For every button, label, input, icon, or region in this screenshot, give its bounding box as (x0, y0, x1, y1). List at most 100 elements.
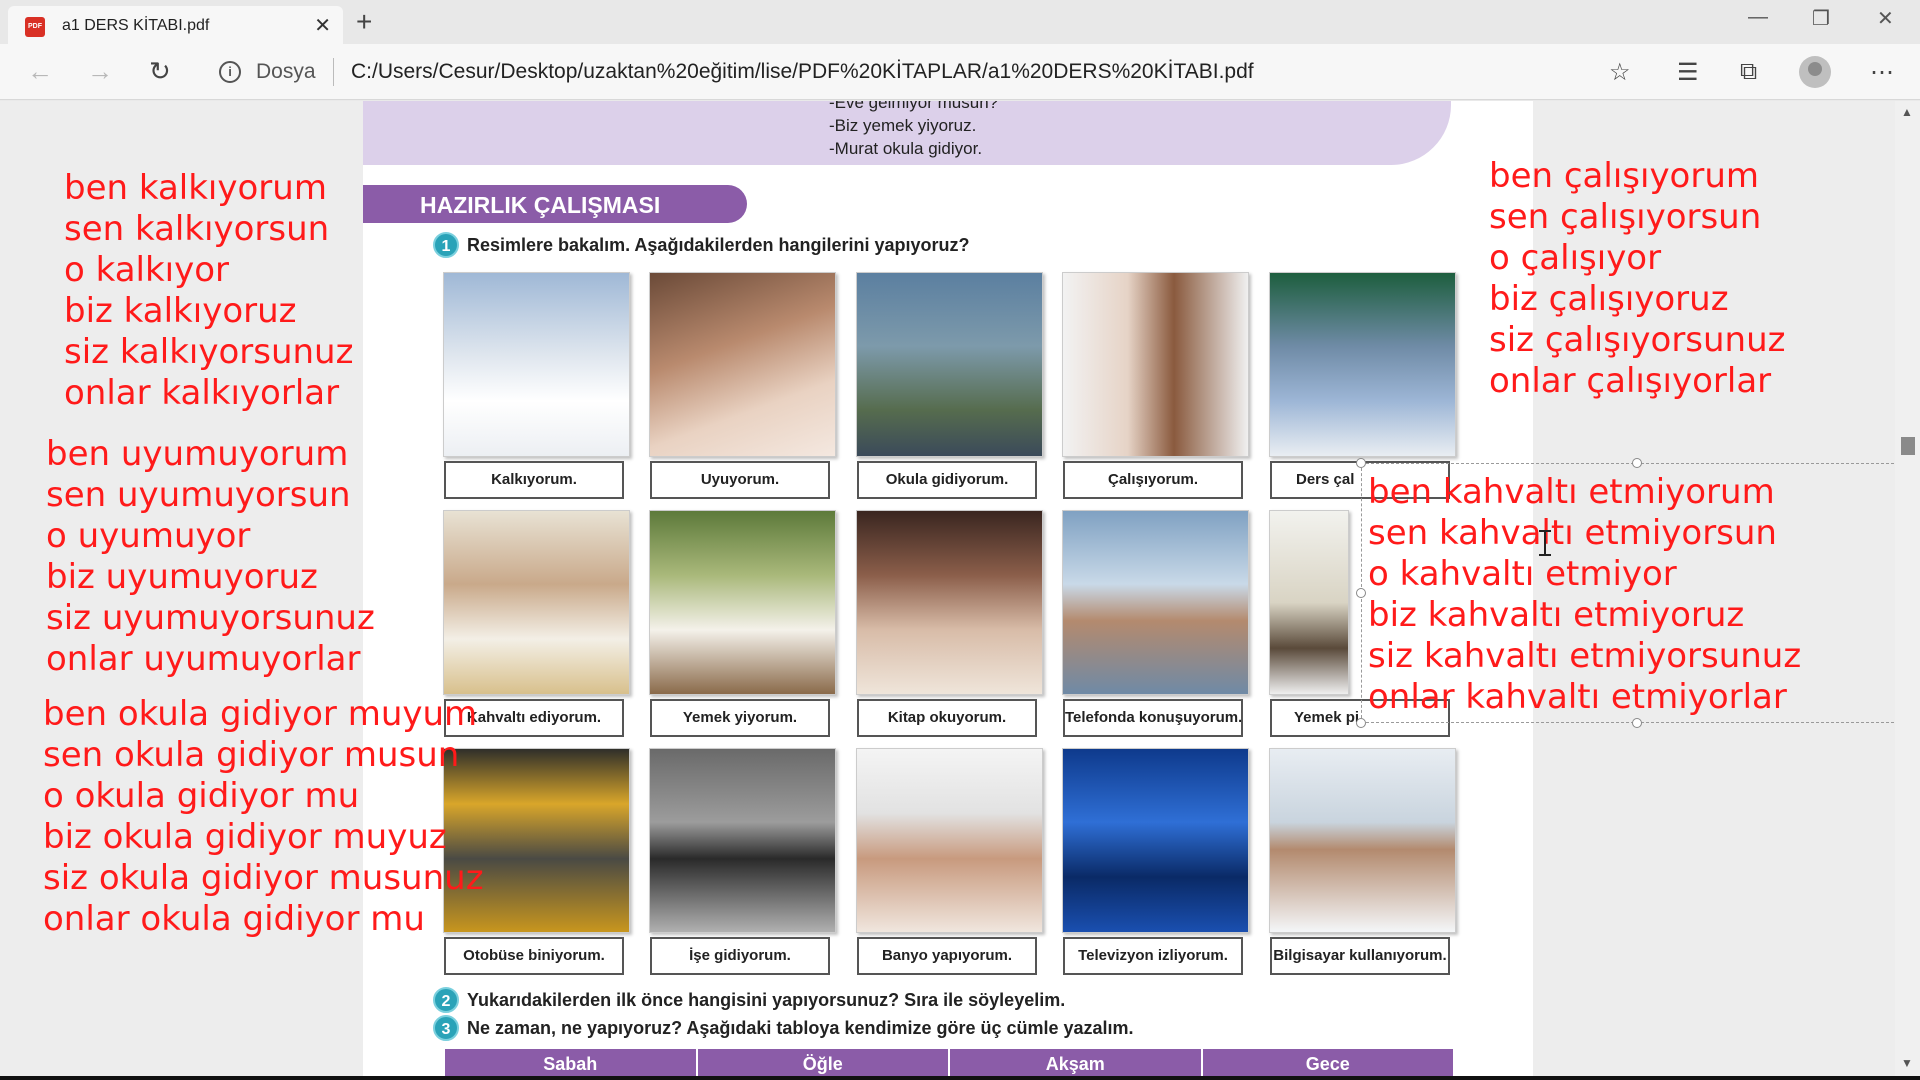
resize-handle[interactable] (1356, 718, 1366, 728)
new-tab-icon[interactable]: + (356, 6, 372, 38)
annotation-line: o uyumuyor (46, 516, 251, 556)
close-tab-icon[interactable]: ✕ (314, 13, 331, 38)
photo-shower (856, 748, 1043, 933)
annotation-line: sen uyumuyorsun (46, 475, 351, 515)
photo-going-to-school (856, 272, 1043, 457)
caption: Okula gidiyorum. (857, 461, 1037, 499)
annotation-kahvalti[interactable]: ben kahvaltı etmiyorum sen kahvaltı etmi… (1368, 472, 1801, 718)
annotation-line: o kahvaltı etmiyor (1368, 554, 1677, 594)
annotation-uyumak[interactable]: ben uyumuyorum sen uyumuyorsun o uyumuyo… (46, 434, 375, 680)
annotation-calismak[interactable]: ben çalışıyorum sen çalışıyorsun o çalış… (1489, 156, 1786, 402)
question-text: Yukarıdakilerden ilk önce hangisini yapı… (467, 989, 1066, 1010)
annotation-line: biz kahvaltı etmiyoruz (1368, 595, 1745, 635)
refresh-icon[interactable]: ↻ (149, 56, 171, 87)
dialog-line: -Murat okula gidiyor. (829, 139, 983, 158)
photo-working (1062, 272, 1249, 457)
taskbar-edge (0, 1076, 1920, 1080)
pdf-icon: PDF (25, 17, 45, 37)
vertical-scrollbar[interactable]: ▲ ▼ (1895, 101, 1920, 1080)
section-banner: HAZIRLIK ÇALIŞMASI (363, 185, 747, 223)
question-3: 3 Ne zaman, ne yapıyoruz? Aşağıdaki tabl… (433, 1015, 1134, 1041)
resize-handle[interactable] (1356, 458, 1366, 468)
tab-pdf[interactable]: PDF a1 DERS KİTABI.pdf ✕ (8, 6, 343, 44)
annotation-line: siz çalışıyorsunuz (1489, 320, 1786, 360)
annotation-line: ben okula gidiyor muyum (43, 694, 478, 734)
caption: Yemek yiyorum. (650, 699, 830, 737)
annotation-line: biz kalkıyoruz (64, 291, 297, 331)
photo-studying (1269, 272, 1456, 457)
annotation-line: sen okula gidiyor musun (43, 735, 460, 775)
annotation-line: biz uyumuyoruz (46, 557, 318, 597)
annotation-line: ben kahvaltı etmiyorum (1368, 472, 1775, 512)
annotation-okula-gitmek[interactable]: ben okula gidiyor muyum sen okula gidiyo… (43, 694, 484, 940)
caption: Çalışıyorum. (1063, 461, 1243, 499)
scroll-thumb[interactable] (1901, 437, 1915, 455)
address-input[interactable]: C:/Users/Cesur/Desktop/uzaktan%20eğitim/… (351, 60, 1254, 84)
annotation-line: onlar uyumuyorlar (46, 639, 361, 679)
caption: İşe gidiyorum. (650, 937, 830, 975)
caption: Televizyon izliyorum. (1063, 937, 1243, 975)
annotation-line: ben uyumuyorum (46, 434, 349, 474)
restore-icon[interactable]: ❐ (1812, 6, 1830, 31)
question-number-badge: 3 (433, 1015, 459, 1041)
annotation-line: siz okula gidiyor musunuz (43, 858, 484, 898)
annotation-line: o okula gidiyor mu (43, 776, 360, 816)
annotation-line: biz çalışıyoruz (1489, 279, 1729, 319)
caption: Kalkıyorum. (444, 461, 624, 499)
text-cursor-icon (1539, 530, 1551, 556)
tab-title: a1 DERS KİTABI.pdf (62, 17, 210, 34)
annotation-line: siz kahvaltı etmiyorsunuz (1368, 636, 1802, 676)
scroll-down-icon[interactable]: ▼ (1901, 1056, 1913, 1070)
question-text: Resimlere bakalım. Aşağıdakilerden hangi… (467, 234, 970, 255)
photo-cooking (1269, 510, 1349, 695)
annotation-line: siz kalkıyorsunuz (64, 332, 354, 372)
dialog-line: -Eve gelmiyor musun? (829, 101, 999, 112)
question-2: 2 Yukarıdakilerden ilk önce hangisini ya… (433, 987, 1065, 1013)
resize-handle[interactable] (1632, 458, 1642, 468)
annotation-line: onlar okula gidiyor mu (43, 899, 425, 939)
favorites-list-icon[interactable]: ☰ (1677, 58, 1699, 87)
photo-waking-up (443, 272, 630, 457)
photo-computer (1269, 748, 1456, 933)
question-text: Ne zaman, ne yapıyoruz? Aşağıdaki tabloy… (467, 1017, 1134, 1038)
resize-handle[interactable] (1356, 588, 1366, 598)
info-icon[interactable]: i (219, 61, 241, 83)
photo-sleeping (649, 272, 836, 457)
annotation-line: onlar çalışıyorlar (1489, 361, 1772, 401)
caption: Otobüse biniyorum. (444, 937, 624, 975)
favorite-star-icon[interactable]: ☆ (1609, 58, 1631, 87)
caption: Kitap okuyorum. (857, 699, 1037, 737)
annotation-line: biz okula gidiyor muyuz (43, 817, 447, 857)
address-separator (333, 58, 334, 86)
minimize-icon[interactable]: — (1748, 6, 1768, 29)
back-icon[interactable]: ← (27, 56, 53, 87)
annotation-line: sen çalışıyorsun (1489, 197, 1762, 237)
more-menu-icon[interactable]: ⋯ (1870, 58, 1894, 87)
photo-eating (649, 510, 836, 695)
annotation-line: o kalkıyor (64, 250, 230, 290)
resize-handle[interactable] (1632, 718, 1642, 728)
annotation-line: onlar kalkıyorlar (64, 373, 340, 413)
scroll-up-icon[interactable]: ▲ (1901, 105, 1913, 119)
photo-tv (1062, 748, 1249, 933)
annotation-line: o çalışıyor (1489, 238, 1662, 278)
photo-breakfast (443, 510, 630, 695)
section-title: HAZIRLIK ÇALIŞMASI (420, 192, 661, 218)
photo-reading (856, 510, 1043, 695)
question-1: 1 Resimlere bakalım. Aşağıdakilerden han… (433, 232, 970, 258)
address-bar: ← → ↻ i Dosya C:/Users/Cesur/Desktop/uza… (0, 44, 1920, 100)
forward-icon[interactable]: → (87, 56, 113, 87)
annotation-line: sen kalkıyorsun (64, 209, 330, 249)
photo-going-to-work (649, 748, 836, 933)
caption: Uyuyorum. (650, 461, 830, 499)
profile-avatar[interactable] (1799, 56, 1831, 88)
annotation-kalkmak[interactable]: ben kalkıyorum sen kalkıyorsun o kalkıyo… (64, 168, 353, 414)
question-number-badge: 2 (433, 987, 459, 1013)
annotation-line: ben kalkıyorum (64, 168, 327, 208)
close-window-icon[interactable]: ✕ (1877, 6, 1894, 31)
photo-phone (1062, 510, 1249, 695)
caption: Telefonda konuşuyorum. (1063, 699, 1243, 737)
address-scheme-label: Dosya (256, 60, 316, 83)
annotation-line: onlar kahvaltı etmiyorlar (1368, 677, 1787, 717)
collections-icon[interactable]: ⧉ (1740, 58, 1757, 86)
